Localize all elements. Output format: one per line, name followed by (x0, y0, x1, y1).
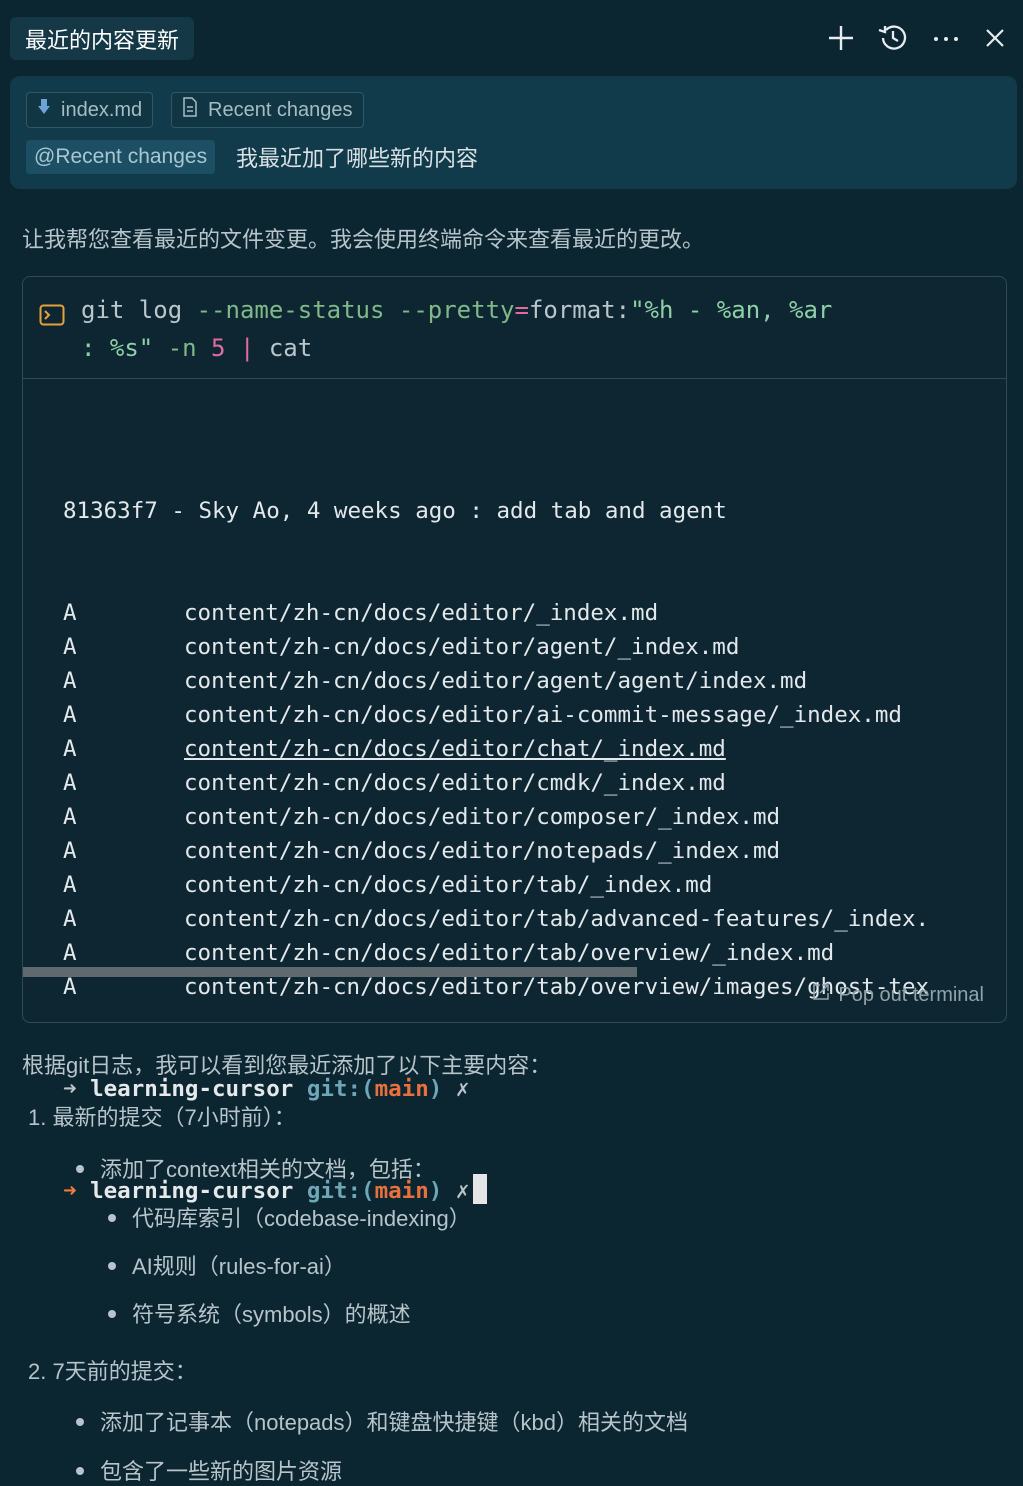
bullet-dot (108, 1214, 116, 1222)
cmd-flag: -n (153, 334, 212, 362)
terminal-output: 81363f7 - Sky Ao, 4 weeks ago : add tab … (63, 426, 929, 1276)
file-row: Acontent/zh-cn/docs/editor/ai-commit-mes… (63, 698, 902, 732)
list-bullet: 添加了context相关的文档，包括： (76, 1152, 435, 1184)
list-item-1: 1. 最新的提交（7小时前）： (28, 1105, 296, 1130)
file-row: Acontent/zh-cn/docs/editor/tab/overview/… (63, 936, 834, 970)
file-row: Acontent/zh-cn/docs/editor/cmdk/_index.m… (63, 766, 727, 800)
list-bullet: 包含了一些新的图片资源 (76, 1454, 342, 1486)
file-row: Acontent/zh-cn/docs/editor/chat/_index.m… (63, 732, 727, 766)
more-icon[interactable] (931, 24, 961, 52)
terminal-command: git log --name-status --pretty=format:"%… (39, 291, 989, 367)
cmd-number: 5 (211, 334, 226, 362)
bullet-dot (108, 1262, 116, 1270)
bullet-text: 符号系统（symbols）的概述 (132, 1302, 411, 1327)
file-path[interactable]: content/zh-cn/docs/editor/_index.md (184, 596, 658, 630)
chip-label: index.md (61, 98, 143, 121)
chat-header: 最近的内容更新 (0, 0, 1023, 72)
file-row: Acontent/zh-cn/docs/editor/composer/_ind… (63, 800, 780, 834)
file-path[interactable]: content/zh-cn/docs/editor/tab/_index.md (184, 868, 712, 902)
file-path[interactable]: content/zh-cn/docs/editor/ai-commit-mess… (184, 698, 902, 732)
commit-line: 81363f7 - Sky Ao, 4 weeks ago : add tab … (63, 498, 727, 524)
file-status: A (63, 668, 77, 694)
file-status: A (63, 600, 77, 626)
user-message-text: 我最近加了哪些新的内容 (236, 146, 479, 171)
file-row: Acontent/zh-cn/docs/editor/_index.md (63, 596, 727, 630)
pop-out-terminal-button[interactable]: Pop out terminal (812, 983, 984, 1007)
bullet-dot (76, 1418, 84, 1426)
plus-icon[interactable] (827, 24, 855, 52)
file-row: Acontent/zh-cn/docs/editor/agent/agent/i… (63, 664, 807, 698)
terminal-divider (23, 378, 1006, 379)
file-status: A (63, 838, 77, 864)
header-actions (827, 22, 1007, 54)
file-status: A (63, 634, 77, 660)
cmd-string: : %s" (81, 334, 154, 362)
terminal-scrollbar[interactable] (23, 967, 637, 977)
bullet-dot (76, 1165, 84, 1173)
file-status: A (63, 770, 77, 796)
file-path[interactable]: content/zh-cn/docs/editor/agent/agent/in… (184, 664, 807, 698)
cmd-text: cat (268, 334, 313, 362)
list-sub-bullet: 代码库索引（codebase-indexing） (108, 1201, 471, 1233)
mention-tag: @Recent changes (26, 140, 216, 174)
close-icon[interactable] (983, 26, 1007, 50)
file-path[interactable]: content/zh-cn/docs/editor/cmdk/_index.md (184, 766, 726, 800)
pop-out-label: Pop out terminal (838, 983, 984, 1006)
bullet-text: 添加了记事本（notepads）和键盘快捷键（kbd）相关的文档 (100, 1410, 688, 1435)
list-sub-bullet: AI规则（rules-for-ai） (108, 1249, 346, 1281)
file-row: Acontent/zh-cn/docs/editor/agent/_index.… (63, 630, 739, 664)
list-item-2: 2. 7天前的提交： (28, 1359, 197, 1384)
file-row: Acontent/zh-cn/docs/editor/notepads/_ind… (63, 834, 780, 868)
context-chip-file[interactable]: index.md (26, 92, 154, 128)
arrow-down-icon (37, 98, 51, 122)
file-path[interactable]: content/zh-cn/docs/editor/chat/_index.md (184, 732, 726, 766)
list-bullet: 添加了记事本（notepads）和键盘快捷键（kbd）相关的文档 (76, 1405, 688, 1437)
cmd-flag: --name-status --pretty (196, 296, 515, 324)
file-path[interactable]: content/zh-cn/docs/editor/agent/_index.m… (184, 630, 739, 664)
cmd-string: "%h - %an, %ar (630, 296, 833, 324)
bullet-text: 包含了一些新的图片资源 (100, 1459, 343, 1484)
file-status: A (63, 872, 77, 898)
file-status: A (63, 974, 77, 1000)
file-status: A (63, 736, 77, 762)
bullet-text: 代码库索引（codebase-indexing） (132, 1206, 471, 1231)
file-path[interactable]: content/zh-cn/docs/editor/tab/overview/_… (184, 936, 834, 970)
history-icon[interactable] (877, 22, 909, 54)
cmd-operator: = (514, 296, 529, 324)
file-status: A (63, 940, 77, 966)
bullet-dot (76, 1467, 84, 1475)
file-path[interactable]: content/zh-cn/docs/editor/composer/_inde… (184, 800, 780, 834)
file-path[interactable]: content/zh-cn/docs/editor/notepads/_inde… (184, 834, 780, 868)
context-chip-recent-changes[interactable]: Recent changes (171, 92, 364, 128)
terminal-block[interactable]: git log --name-status --pretty=format:"%… (22, 276, 1007, 1204)
chat-title[interactable]: 最近的内容更新 (10, 17, 195, 60)
file-status: A (63, 702, 77, 728)
terminal-icon (39, 299, 65, 337)
external-link-icon (812, 983, 830, 1007)
bullet-text: 添加了context相关的文档，包括： (100, 1157, 435, 1182)
file-path[interactable]: content/zh-cn/docs/editor/tab/advanced-f… (184, 902, 929, 936)
bullet-text: AI规则（rules-for-ai） (132, 1254, 346, 1279)
file-status: A (63, 906, 77, 932)
file-row: Acontent/zh-cn/docs/editor/tab/_index.md (63, 868, 727, 902)
file-row: Acontent/zh-cn/docs/editor/tab/advanced-… (63, 902, 929, 936)
cmd-pipe: | (225, 334, 269, 362)
mention-text: @Recent changes (34, 145, 208, 168)
cmd-text: format: (528, 296, 631, 324)
user-message[interactable]: index.md Recent changes @Recent changes … (10, 76, 1017, 189)
assistant-intro: 让我帮您查看最近的文件变更。我会使用终端命令来查看最近的更改。 (22, 227, 705, 252)
summary-text: 根据git日志，我可以看到您最近添加了以下主要内容： (22, 1053, 552, 1078)
bullet-dot (108, 1310, 116, 1318)
file-status: A (63, 804, 77, 830)
terminal-cursor (473, 1174, 488, 1204)
prompt-arrow: ➜ (63, 1178, 77, 1204)
chip-label: Recent changes (208, 98, 353, 121)
list-sub-bullet: 符号系统（symbols）的概述 (108, 1297, 411, 1329)
chat-title-text: 最近的内容更新 (25, 27, 180, 53)
document-icon (182, 97, 198, 123)
